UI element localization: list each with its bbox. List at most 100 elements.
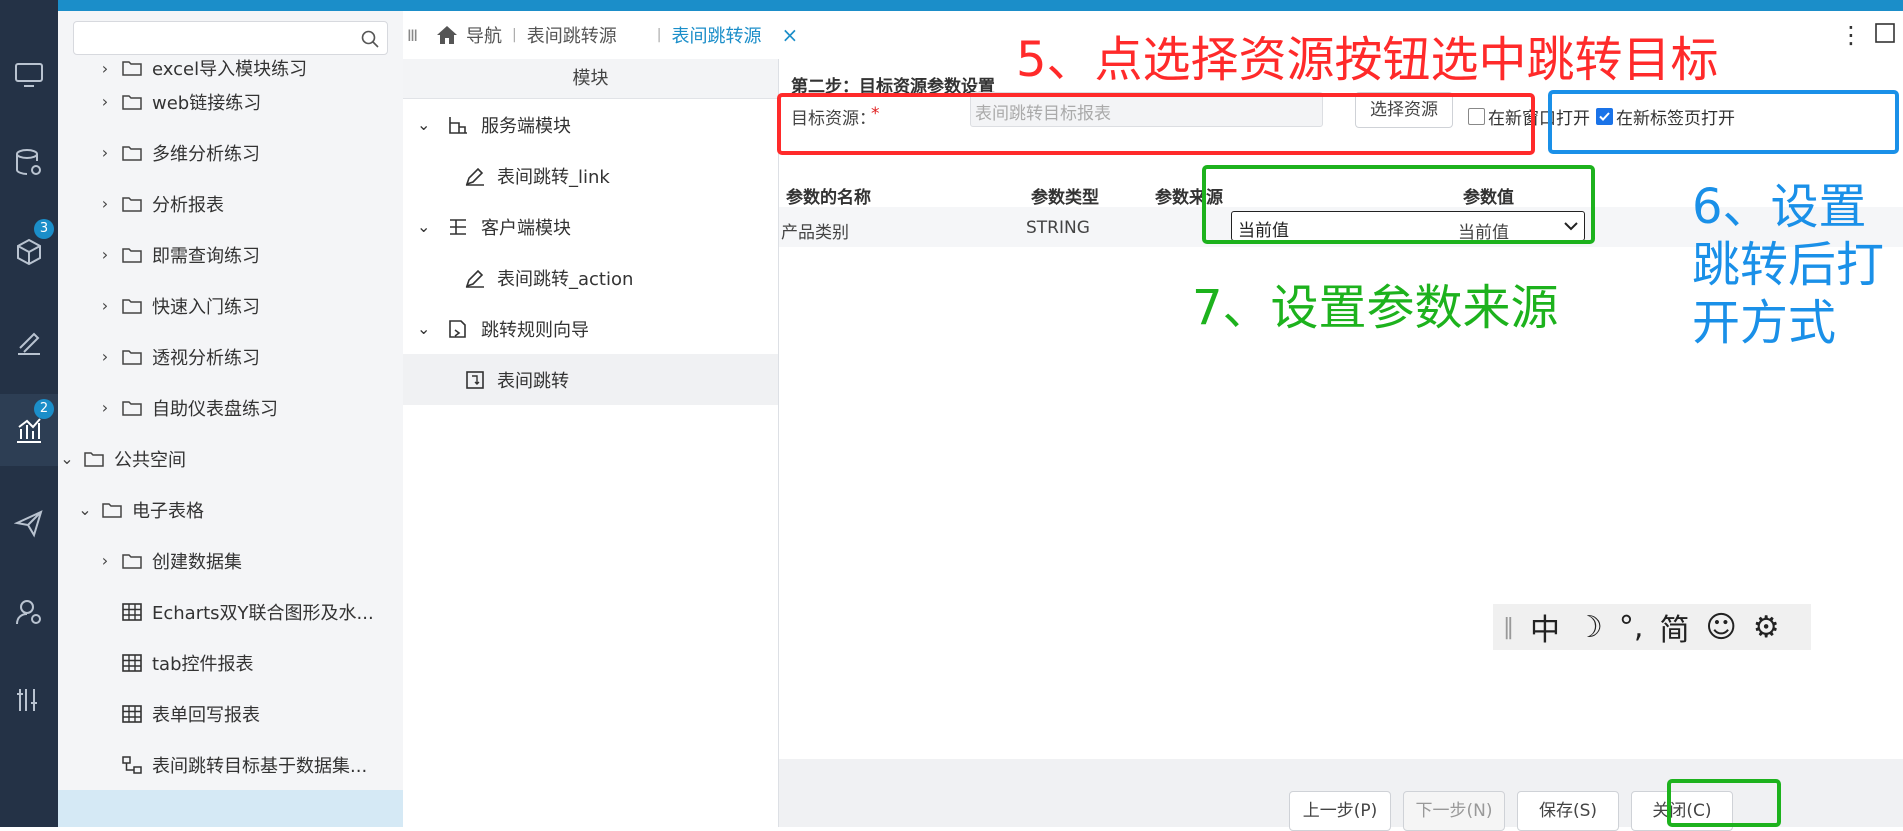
tree-folder[interactable]: › 透视分析练习 bbox=[58, 331, 403, 382]
module-label: 客户端模块 bbox=[481, 217, 571, 239]
ime-toolbar: ‖ 中 ☽ °, 简 ☺ ⚙ bbox=[1493, 604, 1811, 650]
resource-tree-panel: › excel导入模块练习 › web链接练习 › 多维分析练习 › 分析报表 … bbox=[58, 11, 403, 827]
tree-item-label: 即需查询练习 bbox=[152, 245, 260, 267]
tree-folder[interactable]: ⌄ 公共空间 bbox=[58, 433, 403, 484]
tab-nav[interactable]: 导航 bbox=[466, 22, 502, 48]
folder-icon bbox=[122, 349, 142, 365]
annotation-step6: 6、设置 跳转后打 开方式 bbox=[1692, 178, 1884, 352]
folder-icon bbox=[122, 145, 142, 161]
close-tab-icon[interactable]: × bbox=[781, 23, 798, 47]
chevron-right-icon[interactable]: › bbox=[96, 194, 114, 213]
drag-handle-icon[interactable]: Ⅲ bbox=[407, 26, 418, 45]
annotation-line: 开方式 bbox=[1692, 295, 1837, 351]
tree-selected-row[interactable] bbox=[58, 790, 403, 827]
database-settings-icon[interactable] bbox=[0, 138, 58, 188]
save-button[interactable]: 保存(S) bbox=[1517, 791, 1619, 831]
folder-icon bbox=[122, 196, 142, 212]
tree-report[interactable]: 表间跳转目标基于数据集... bbox=[58, 739, 403, 790]
chevron-right-icon[interactable]: › bbox=[96, 551, 114, 570]
user-settings-icon[interactable] bbox=[0, 587, 58, 637]
flow-report-icon bbox=[122, 755, 142, 774]
module-item[interactable]: 表间跳转_link bbox=[403, 150, 778, 201]
tree-folder[interactable]: › 多维分析练习 bbox=[58, 127, 403, 178]
module-item-selected[interactable]: 表间跳转 bbox=[403, 354, 778, 405]
chevron-right-icon[interactable]: › bbox=[96, 92, 114, 111]
tree-report[interactable]: Echarts双Y联合图形及水... bbox=[58, 586, 403, 637]
module-group[interactable]: ⌄ 服务端模块 bbox=[403, 99, 778, 150]
tree-item-label: 快速入门练习 bbox=[152, 296, 260, 318]
tree-item-label: 表单回写报表 bbox=[152, 704, 260, 726]
tools-icon[interactable] bbox=[0, 675, 58, 725]
annotation-line: 6、设置 bbox=[1692, 179, 1867, 235]
next-step-button[interactable]: 下一步(N) bbox=[1403, 791, 1505, 831]
jump-rule-icon bbox=[465, 370, 485, 390]
moon-icon[interactable]: ☽ bbox=[1576, 610, 1603, 645]
ime-chinese-mode[interactable]: 中 bbox=[1530, 605, 1560, 649]
tree-item-label: 自助仪表盘练习 bbox=[152, 398, 278, 420]
tab-separator: | bbox=[512, 27, 517, 43]
tree-folder[interactable]: › 自助仪表盘练习 bbox=[58, 382, 403, 433]
chevron-down-icon[interactable]: ⌄ bbox=[58, 449, 76, 468]
chevron-down-icon[interactable]: ⌄ bbox=[417, 217, 431, 236]
chevron-down-icon[interactable]: ⌄ bbox=[417, 319, 431, 338]
table-report-icon bbox=[122, 704, 142, 723]
chevron-right-icon[interactable]: › bbox=[96, 59, 114, 78]
search-icon[interactable] bbox=[361, 30, 379, 48]
folder-icon bbox=[84, 451, 104, 467]
chevron-right-icon[interactable]: › bbox=[96, 143, 114, 162]
folder-icon bbox=[122, 400, 142, 416]
module-label: 表间跳转_link bbox=[497, 166, 610, 188]
gear-icon[interactable]: ⚙ bbox=[1753, 610, 1780, 645]
tree-search-input[interactable] bbox=[73, 21, 388, 55]
client-module-icon bbox=[447, 217, 469, 237]
param-name-cell: 产品类别 bbox=[781, 223, 849, 243]
monitor-icon[interactable] bbox=[0, 50, 58, 100]
home-icon[interactable] bbox=[436, 25, 458, 45]
column-header: 参数类型 bbox=[1031, 188, 1099, 208]
ime-drag-handle[interactable]: ‖ bbox=[1503, 615, 1514, 640]
tree-folder[interactable]: › web链接练习 bbox=[58, 76, 403, 127]
more-menu-icon[interactable]: ⋮ bbox=[1839, 21, 1863, 49]
tab-separator: | bbox=[656, 27, 662, 43]
tree-item-label: tab控件报表 bbox=[152, 653, 254, 675]
tab-jump-source-active[interactable]: 表间跳转源 bbox=[671, 22, 761, 48]
annotation-box-green bbox=[1202, 165, 1595, 244]
punctuation-icon[interactable]: °, bbox=[1619, 610, 1644, 645]
module-panel-header: 模块 bbox=[403, 59, 778, 99]
tree-folder[interactable]: › 即需查询练习 bbox=[58, 229, 403, 280]
report-draw-icon[interactable] bbox=[0, 318, 58, 368]
chevron-right-icon[interactable]: › bbox=[96, 245, 114, 264]
folder-icon bbox=[122, 298, 142, 314]
prev-step-button[interactable]: 上一步(P) bbox=[1289, 791, 1391, 831]
tree-report[interactable]: tab控件报表 bbox=[58, 637, 403, 688]
chevron-right-icon[interactable]: › bbox=[96, 347, 114, 366]
tree-item-label: 分析报表 bbox=[152, 194, 224, 216]
pen-icon bbox=[465, 166, 485, 186]
tab-jump-source[interactable]: 表间跳转源 bbox=[527, 22, 617, 48]
chevron-right-icon[interactable]: › bbox=[96, 296, 114, 315]
send-icon[interactable] bbox=[0, 498, 58, 548]
module-label: 跳转规则向导 bbox=[481, 319, 589, 341]
chevron-right-icon[interactable]: › bbox=[96, 398, 114, 417]
tree-folder[interactable]: › 快速入门练习 bbox=[58, 280, 403, 331]
tree-folder[interactable]: › 创建数据集 bbox=[58, 535, 403, 586]
emoji-icon[interactable]: ☺ bbox=[1705, 610, 1736, 645]
tree-folder[interactable]: › 分析报表 bbox=[58, 178, 403, 229]
module-label: 表间跳转_action bbox=[497, 268, 634, 290]
left-icon-rail: 3 2 bbox=[0, 0, 58, 827]
chevron-down-icon[interactable]: ⌄ bbox=[76, 500, 94, 519]
tree-report[interactable]: 表单回写报表 bbox=[58, 688, 403, 739]
jump-wizard-icon bbox=[447, 319, 469, 339]
ime-simplified[interactable]: 简 bbox=[1659, 605, 1689, 649]
maximize-icon[interactable] bbox=[1875, 23, 1895, 43]
tree-item-label: 透视分析练习 bbox=[152, 347, 260, 369]
module-group[interactable]: ⌄ 客户端模块 bbox=[403, 201, 778, 252]
table-report-icon bbox=[122, 653, 142, 672]
tree-folder[interactable]: ⌄ 电子表格 bbox=[58, 484, 403, 535]
module-item[interactable]: 表间跳转_action bbox=[403, 252, 778, 303]
notification-badge: 3 bbox=[34, 219, 54, 239]
module-group[interactable]: ⌄ 跳转规则向导 bbox=[403, 303, 778, 354]
chevron-down-icon[interactable]: ⌄ bbox=[417, 115, 431, 134]
tree-item-label: 创建数据集 bbox=[152, 551, 242, 573]
folder-icon bbox=[122, 60, 142, 76]
